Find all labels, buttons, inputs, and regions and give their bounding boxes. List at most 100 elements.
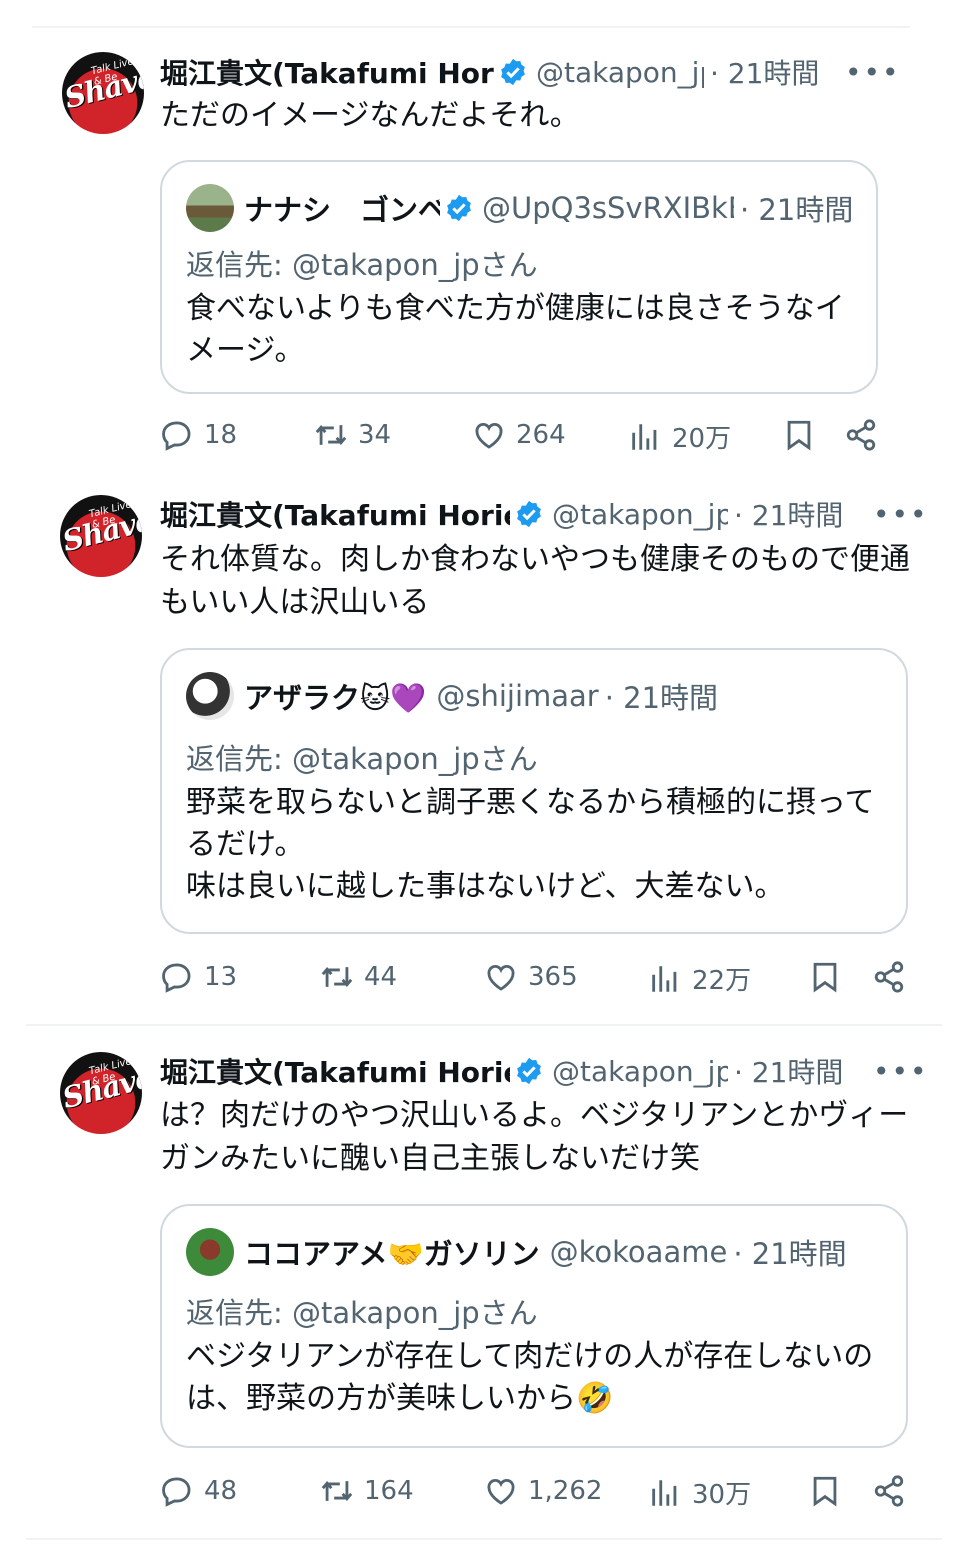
like-button[interactable]: 365 <box>484 960 578 994</box>
author-avatar[interactable]: Talk Live & Be Shave <box>60 495 142 577</box>
retweet-icon <box>321 1481 353 1501</box>
quoted-time: · 21時間 <box>604 681 719 715</box>
retweet-count: 44 <box>364 962 398 992</box>
bookmark-button[interactable] <box>782 418 816 452</box>
author-avatar[interactable]: Talk Live & Be Shave <box>62 52 144 134</box>
reply-button[interactable]: 48 <box>160 1474 237 1508</box>
quoted-header: ココアアメ🤝ガソリン @kokoaame · 21時間 <box>186 1228 847 1276</box>
share-icon <box>874 1475 904 1507</box>
quoted-author-name[interactable]: ココアアメ🤝ガソリン <box>244 1231 540 1273</box>
quoted-author-name[interactable]: アザラク🐱💜 <box>244 675 426 717</box>
avatar-logo-text: Shave <box>60 1060 142 1116</box>
reply-icon <box>162 963 191 993</box>
views-chart-icon <box>652 1479 677 1506</box>
quoted-author-name[interactable]: ナナシ ゴンベ <box>244 187 440 229</box>
author-handle[interactable]: @takapon_jp <box>552 498 728 531</box>
tweet-separator <box>26 1024 942 1026</box>
tweet-header: 堀江貴文(Takafumi Horie) @takapon_jp · 21時間 <box>160 1051 860 1091</box>
views-button[interactable]: 20万 <box>628 418 731 455</box>
quoted-avatar[interactable] <box>186 1228 234 1276</box>
share-button[interactable] <box>872 1474 906 1508</box>
quoted-author-handle[interactable]: @UpQ3sSvRXIBkEe <box>482 191 734 225</box>
reply-button[interactable]: 13 <box>160 960 237 994</box>
retweet-button[interactable]: 164 <box>320 1474 414 1508</box>
top-separator <box>32 26 910 28</box>
share-button[interactable] <box>872 960 906 994</box>
retweet-count: 34 <box>358 420 392 450</box>
share-icon <box>874 961 904 993</box>
bookmark-icon <box>813 962 837 993</box>
tweet-time[interactable]: · 21時間 <box>734 1051 843 1091</box>
retweet-button[interactable]: 44 <box>320 960 397 994</box>
bookmark-icon <box>813 1476 837 1507</box>
avatar-logo-text: Shave <box>60 503 142 559</box>
author-name[interactable]: 堀江貴文(Takafumi Horie) <box>160 494 510 534</box>
tweet-time[interactable]: · 21時間 <box>710 52 819 92</box>
more-options-icon[interactable]: ••• <box>873 1055 929 1088</box>
quoted-avatar[interactable] <box>186 184 234 232</box>
like-button[interactable]: 264 <box>472 418 566 452</box>
author-handle[interactable]: @takapon_jp <box>536 56 704 89</box>
share-icon <box>846 419 876 451</box>
tweet-text: は？肉だけのやつ沢山いるよ。ベジタリアンとかヴィーガンみたいに醜い自己主張しない… <box>160 1098 909 1176</box>
quoted-avatar[interactable] <box>186 672 234 720</box>
reply-icon <box>162 1477 191 1507</box>
heart-icon <box>487 965 515 991</box>
quoted-tweet[interactable]: アザラク🐱💜 @shijimaar · 21時間 返信先: @takapon_j… <box>160 648 908 934</box>
retweet-button[interactable]: 34 <box>314 418 391 452</box>
views-count: 22万 <box>692 966 752 996</box>
quoted-text: 食べないよりも食べた方が健康には良さそうなイメージ。 <box>186 291 845 368</box>
author-name[interactable]: 堀江貴文(Takafumi Horie) <box>160 1051 510 1091</box>
reply-to-label: 返信先: @takapon_jpさん <box>186 248 538 282</box>
more-options-icon[interactable]: ••• <box>845 56 901 89</box>
quoted-tweet[interactable]: ココアアメ🤝ガソリン @kokoaame · 21時間 返信先: @takapo… <box>160 1204 908 1448</box>
views-chart-icon <box>652 965 677 992</box>
heart-icon <box>475 423 503 449</box>
quoted-text: 野菜を取らないと調子悪くなるから積極的に摂ってるだけ。 味は良いに越した事はない… <box>186 785 875 904</box>
like-count: 264 <box>516 420 566 450</box>
verified-badge-icon <box>447 194 471 222</box>
tweet-header: 堀江貴文(Takafumi Horie) @takapon_jp · 21時間 <box>160 494 860 534</box>
quoted-tweet[interactable]: ナナシ ゴンベ @UpQ3sSvRXIBkEe · 21時間 返信先: @tak… <box>160 160 878 394</box>
reply-button[interactable]: 18 <box>160 418 237 452</box>
author-name[interactable]: 堀江貴文(Takafumi Horie) <box>160 52 494 92</box>
more-options-icon[interactable]: ••• <box>873 498 929 531</box>
quoted-header: ナナシ ゴンベ @UpQ3sSvRXIBkEe · 21時間 <box>186 184 853 232</box>
tweet-text: ただのイメージなんだよそれ。 <box>160 98 580 133</box>
verified-badge-icon <box>517 500 541 528</box>
retweet-count: 164 <box>364 1476 414 1506</box>
bookmark-button[interactable] <box>808 960 842 994</box>
like-button[interactable]: 1,262 <box>484 1474 602 1508</box>
retweet-icon <box>321 967 353 987</box>
reply-icon <box>162 421 191 451</box>
retweet-icon <box>315 425 347 445</box>
bottom-separator <box>26 1538 942 1540</box>
bookmark-icon <box>787 420 811 451</box>
views-button[interactable]: 22万 <box>648 960 751 997</box>
tweet-time[interactable]: · 21時間 <box>734 494 843 534</box>
like-count: 1,262 <box>528 1476 603 1506</box>
quoted-time: · 21時間 <box>733 1237 847 1271</box>
views-button[interactable]: 30万 <box>648 1474 751 1511</box>
reply-count: 18 <box>204 420 238 450</box>
views-chart-icon <box>632 423 657 450</box>
action-bar: 13 44 365 22万 <box>160 960 920 1000</box>
reply-to-label: 返信先: @takapon_jpさん <box>186 1296 538 1330</box>
bookmark-button[interactable] <box>808 1474 842 1508</box>
author-handle[interactable]: @takapon_jp <box>552 1055 728 1088</box>
avatar-logo-text: Shave <box>62 60 144 116</box>
share-button[interactable] <box>844 418 878 452</box>
quoted-author-handle[interactable]: @kokoaame <box>550 1235 728 1269</box>
quoted-header: アザラク🐱💜 @shijimaar · 21時間 <box>186 672 718 720</box>
quoted-author-handle[interactable]: @shijimaar <box>436 679 598 713</box>
author-avatar[interactable]: Talk Live & Be Shave <box>60 1052 142 1134</box>
reply-count: 48 <box>204 1476 238 1506</box>
reply-count: 13 <box>204 962 238 992</box>
views-count: 30万 <box>692 1480 752 1510</box>
heart-icon <box>487 1479 515 1505</box>
quoted-time: · 21時間 <box>740 193 854 227</box>
action-bar: 48 164 1,262 30万 <box>160 1474 920 1514</box>
reply-to-label: 返信先: @takapon_jpさん <box>186 742 538 776</box>
tweet-header: 堀江貴文(Takafumi Horie) @takapon_jp · 21時間 <box>160 52 830 92</box>
verified-badge-icon <box>501 58 525 86</box>
